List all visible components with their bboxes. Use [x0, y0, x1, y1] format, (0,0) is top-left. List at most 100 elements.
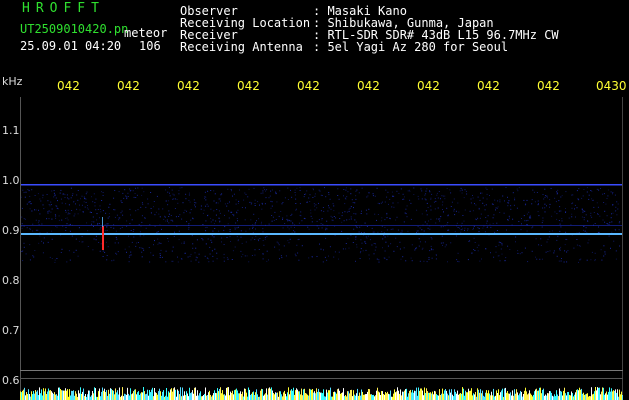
- noise-speck: [475, 218, 477, 220]
- band-bar: [611, 388, 612, 400]
- band-bar: [589, 396, 590, 400]
- noise-speck: [266, 236, 268, 238]
- noise-speck: [128, 235, 129, 237]
- band-bar: [328, 390, 329, 400]
- noise-speck: [253, 213, 255, 215]
- noise-speck: [106, 226, 108, 228]
- band-bar: [543, 388, 544, 400]
- noise-speck: [141, 256, 143, 258]
- noise-speck: [184, 209, 186, 211]
- noise-speck: [143, 249, 145, 251]
- noise-speck: [165, 261, 167, 263]
- noise-speck: [450, 206, 452, 207]
- noise-speck: [42, 197, 44, 199]
- band-bar: [205, 387, 206, 400]
- noise-speck: [155, 211, 157, 213]
- band-bar: [99, 388, 100, 400]
- band-bar: [234, 390, 235, 400]
- noise-speck: [556, 218, 558, 220]
- noise-speck: [484, 209, 486, 211]
- noise-speck: [113, 227, 115, 229]
- noise-speck: [262, 228, 264, 230]
- noise-speck: [356, 227, 358, 229]
- noise-speck: [472, 228, 474, 230]
- band-bar: [425, 393, 426, 400]
- noise-speck: [549, 231, 551, 233]
- band-bar: [346, 396, 347, 400]
- band-bar: [285, 393, 286, 400]
- band-bar: [552, 395, 553, 400]
- noise-speck: [346, 211, 348, 213]
- band-bar: [148, 395, 149, 400]
- noise-speck: [591, 199, 593, 201]
- band-bar: [361, 389, 362, 400]
- noise-speck: [171, 260, 173, 262]
- noise-speck: [255, 228, 256, 230]
- noise-speck: [338, 212, 340, 214]
- noise-speck: [115, 252, 117, 254]
- noise-speck: [341, 215, 343, 217]
- noise-speck: [29, 208, 31, 210]
- left-axis-line: [20, 97, 21, 397]
- noise-speck: [89, 211, 91, 213]
- noise-speck: [188, 228, 190, 230]
- noise-speck: [464, 209, 466, 211]
- noise-speck: [430, 237, 432, 238]
- band-bar: [115, 388, 116, 400]
- noise-speck: [417, 195, 419, 197]
- band-bar: [355, 395, 356, 400]
- noise-speck: [606, 223, 608, 224]
- noise-speck: [257, 201, 259, 203]
- noise-speck: [289, 238, 291, 240]
- noise-speck: [169, 195, 171, 197]
- noise-speck: [142, 204, 144, 205]
- noise-speck: [313, 203, 315, 205]
- noise-speck: [290, 220, 292, 222]
- noise-speck: [600, 249, 602, 251]
- noise-speck: [355, 198, 357, 200]
- noise-speck: [392, 195, 393, 197]
- noise-speck: [114, 242, 116, 244]
- noise-speck: [126, 198, 128, 200]
- band-bar: [373, 394, 374, 400]
- band-bar: [303, 389, 304, 400]
- noise-speck: [453, 210, 455, 212]
- noise-speck: [268, 223, 270, 225]
- band-bar: [45, 388, 46, 400]
- noise-speck: [185, 198, 187, 200]
- band-bar: [241, 394, 242, 400]
- noise-speck: [154, 240, 155, 242]
- noise-speck: [326, 228, 328, 230]
- noise-speck: [348, 208, 350, 210]
- noise-speck: [377, 214, 379, 215]
- band-bar: [532, 396, 533, 400]
- noise-speck: [236, 211, 237, 213]
- noise-speck: [345, 243, 347, 244]
- noise-speck: [38, 209, 39, 211]
- noise-speck: [457, 252, 459, 254]
- noise-speck: [591, 216, 593, 218]
- noise-speck: [24, 218, 26, 220]
- band-bar: [581, 388, 582, 400]
- noise-speck: [218, 217, 220, 219]
- noise-speck: [318, 202, 319, 204]
- noise-speck: [248, 261, 250, 263]
- noise-speck: [347, 191, 349, 193]
- noise-speck: [174, 231, 175, 233]
- noise-speck: [496, 222, 498, 224]
- noise-speck: [234, 226, 236, 228]
- noise-speck: [442, 226, 444, 228]
- noise-speck: [231, 211, 233, 213]
- noise-speck: [384, 226, 386, 228]
- noise-speck: [48, 210, 50, 212]
- band-bar: [20, 391, 21, 400]
- band-bar: [594, 391, 595, 400]
- noise-speck: [392, 228, 394, 230]
- band-bar: [592, 394, 593, 400]
- noise-speck: [143, 191, 145, 193]
- noise-speck: [327, 210, 329, 212]
- band-bar: [60, 389, 61, 400]
- noise-speck: [164, 215, 165, 217]
- noise-speck: [338, 251, 340, 253]
- noise-speck: [320, 223, 322, 225]
